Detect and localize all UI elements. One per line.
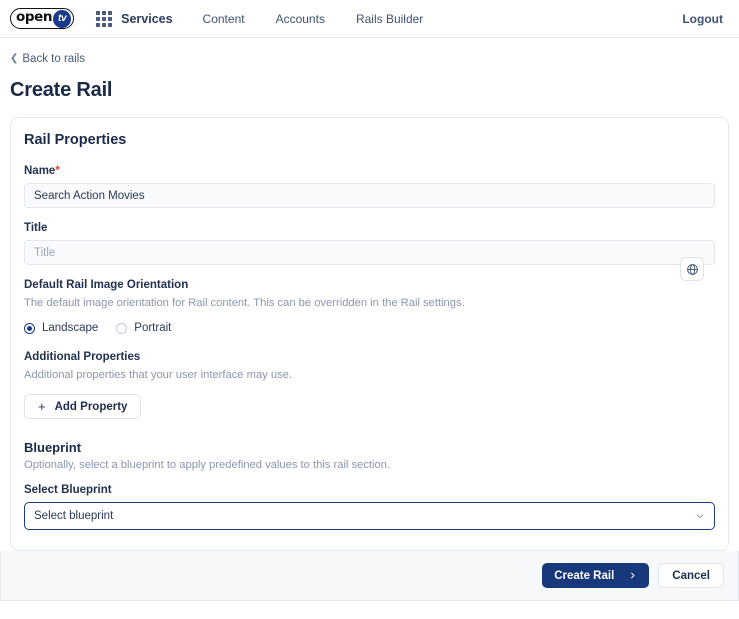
select-blueprint-label: Select Blueprint xyxy=(24,484,112,496)
grid-cell xyxy=(102,10,107,15)
back-to-rails-label: Back to rails xyxy=(22,53,86,65)
radio-option-landscape[interactable]: Landscape xyxy=(24,322,98,334)
page-container: ❮ Back to rails Create Rail Rail Propert… xyxy=(0,38,739,551)
nav-item-accounts[interactable]: Accounts xyxy=(276,12,325,26)
grid-cell xyxy=(102,16,107,21)
card-title: Rail Properties xyxy=(24,132,127,148)
radio-landscape-indicator[interactable] xyxy=(24,322,35,334)
chevron-right-icon xyxy=(631,572,635,579)
nav-item-services[interactable]: Services xyxy=(121,12,172,26)
orientation-helper-text: The default image orientation for Rail c… xyxy=(24,297,465,309)
grid-cell xyxy=(108,16,113,21)
blueprint-heading: Blueprint xyxy=(24,440,82,455)
globe-icon-button[interactable] xyxy=(680,257,704,281)
form-footer-bar: Create Rail Cancel xyxy=(0,551,739,601)
logout-button[interactable]: Logout xyxy=(682,12,723,26)
rail-properties-card: Rail Properties Name* Title Default Rail… xyxy=(10,117,729,551)
create-rail-label: Create Rail xyxy=(554,569,615,582)
grid-cell xyxy=(96,10,101,15)
globe-icon xyxy=(686,263,698,275)
back-to-rails-link[interactable]: ❮ Back to rails xyxy=(10,53,85,65)
grid-cell xyxy=(102,22,107,27)
title-input[interactable] xyxy=(24,240,715,265)
grid-cell xyxy=(96,22,101,27)
add-property-label: Add Property xyxy=(54,400,128,413)
additional-properties-helper-text: Additional properties that your user int… xyxy=(24,369,293,381)
plus-icon: + xyxy=(38,399,46,414)
blueprint-helper-text: Optionally, select a blueprint to apply … xyxy=(24,459,391,471)
logo-outline: open tv xyxy=(10,8,75,29)
radio-option-portrait[interactable]: Portrait xyxy=(116,322,171,334)
orientation-label: Default Rail Image Orientation xyxy=(24,279,189,291)
select-blueprint-value: Select blueprint xyxy=(34,510,114,522)
name-input[interactable] xyxy=(24,183,715,208)
nav-item-content[interactable]: Content xyxy=(203,12,245,26)
select-blueprint-wrapper: Select blueprint xyxy=(24,502,715,530)
logo-tv-badge: tv xyxy=(53,9,72,28)
grid-apps-icon[interactable] xyxy=(96,10,113,27)
grid-cell xyxy=(108,10,113,15)
create-rail-button[interactable]: Create Rail xyxy=(542,563,650,588)
logo-text: open xyxy=(16,9,53,26)
orientation-radio-group: Landscape Portrait xyxy=(24,322,715,334)
radio-landscape-label: Landscape xyxy=(42,322,99,334)
cancel-button[interactable]: Cancel xyxy=(658,563,724,588)
select-blueprint-dropdown[interactable]: Select blueprint xyxy=(24,502,715,530)
add-property-button[interactable]: + Add Property xyxy=(24,394,142,419)
page-title: Create Rail xyxy=(10,79,113,101)
top-navigation-bar: open tv Services Content Accounts Rails … xyxy=(0,0,739,38)
chevron-left-icon: ❮ xyxy=(10,53,19,64)
grid-cell xyxy=(108,22,113,27)
name-label-text: Name xyxy=(24,165,56,177)
required-asterisk: * xyxy=(55,165,60,177)
nav-item-rails-builder[interactable]: Rails Builder xyxy=(356,12,423,26)
additional-properties-label: Additional Properties xyxy=(24,351,141,363)
title-field-label: Title xyxy=(24,222,48,234)
grid-cell xyxy=(96,16,101,21)
opentv-logo[interactable]: open tv xyxy=(10,8,75,30)
radio-portrait-label: Portrait xyxy=(134,322,172,334)
name-field-label: Name* xyxy=(24,165,715,177)
radio-portrait-indicator[interactable] xyxy=(116,322,128,334)
